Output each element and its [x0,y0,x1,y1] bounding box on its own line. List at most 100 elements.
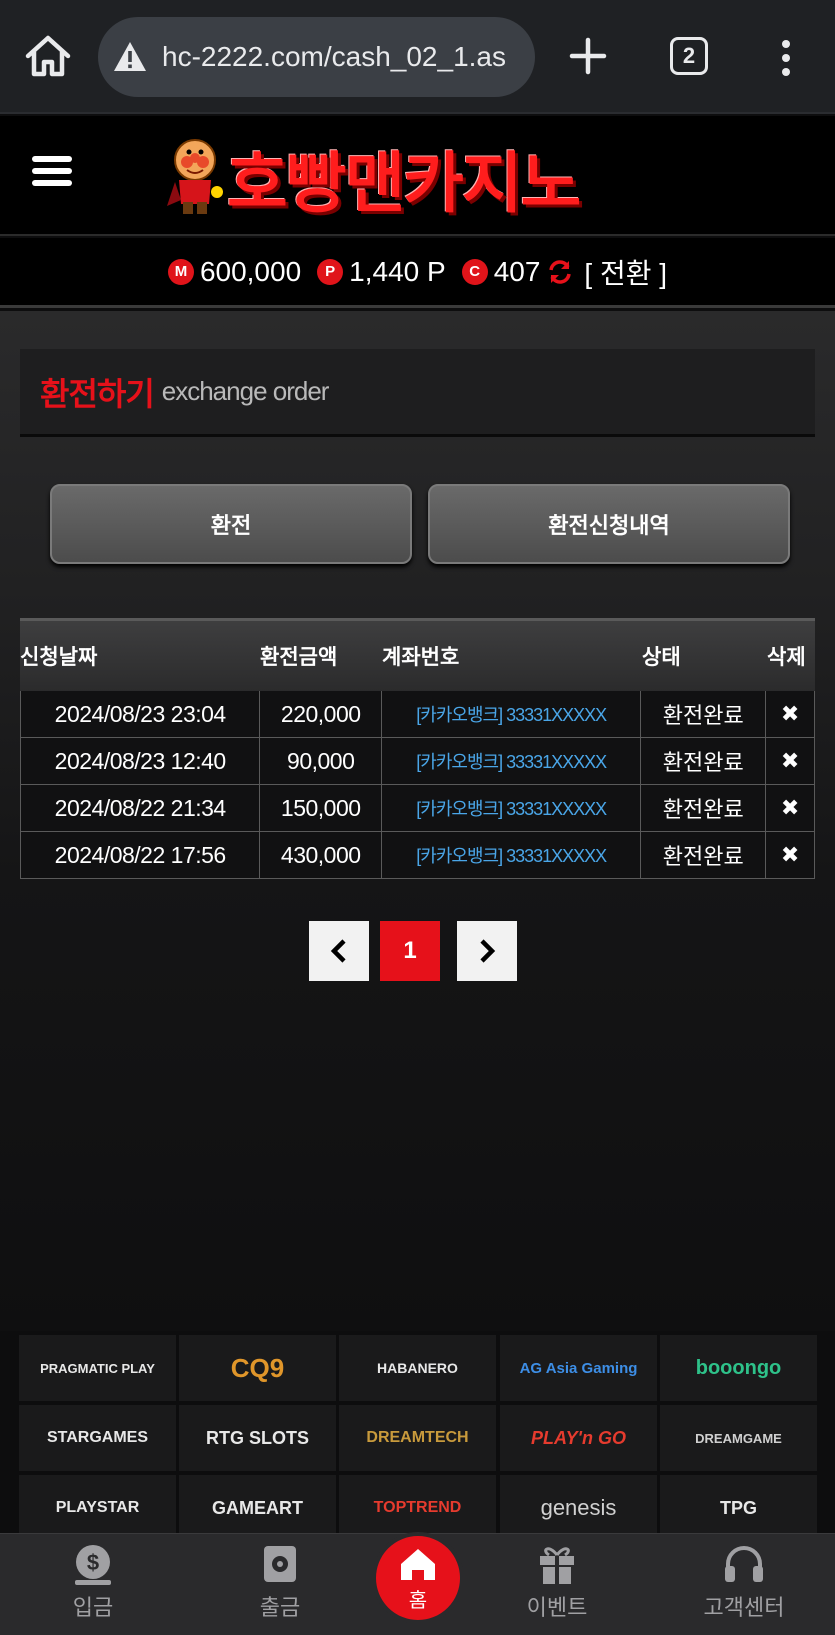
table-row: 2024/08/22 17:56 430,000 [카카오뱅크] 33331XX… [20,832,815,879]
logo-text: 호빵맨카지노 [227,145,581,222]
mascot-icon [167,139,223,214]
provider-tile[interactable]: AG Asia Gaming [500,1335,657,1401]
chevron-right-icon [480,939,496,963]
warning-icon[interactable] [112,39,148,75]
tab-exchange-history[interactable]: 환전신청내역 [428,484,790,564]
tab-switcher-button[interactable]: 2 [670,37,708,75]
cell-date: 2024/08/23 12:40 [21,738,261,784]
pagination-prev-button[interactable] [309,921,369,981]
headset-icon [725,1546,763,1582]
provider-tile[interactable]: PRAGMATIC PLAY [19,1335,176,1401]
provider-name: PLAYSTAR [55,1499,140,1516]
delete-icon[interactable]: ✖ [766,738,814,784]
url-text[interactable]: hc-2222.com/cash_02_1.as [162,41,522,73]
home-icon[interactable] [22,30,74,82]
nav-event[interactable]: 이벤트 [497,1542,617,1632]
site-logo[interactable]: 호빵맨카지노 [165,130,675,226]
money-balance: M 600,000 [167,255,302,288]
provider-name: PLAY'n GO [531,1427,626,1448]
nav-home[interactable]: 홈 [372,1532,464,1624]
exchange-history-table: 신청날짜 환전금액 계좌번호 상태 삭제 2024/08/23 23:04 22… [20,618,815,879]
cell-date: 2024/08/23 23:04 [21,691,261,737]
dollar-icon: $ [75,1545,111,1585]
cell-account: [카카오뱅크] 33331XXXXX [382,738,642,784]
game-provider-grid: PRAGMATIC PLAY CQ9 HABANERO AG Asia Gami… [19,1335,817,1541]
header-date: 신청날짜 [20,645,98,669]
provider-tile[interactable]: TPG [660,1475,817,1541]
nav-withdraw[interactable]: 출금 [220,1542,340,1632]
delete-icon[interactable]: ✖ [766,785,814,831]
money-value: 600,000 [199,255,302,287]
refresh-icon[interactable] [546,258,574,286]
provider-tile[interactable]: DREAMGAME [660,1405,817,1471]
gift-icon [540,1547,574,1584]
provider-name: TPG [719,1497,757,1518]
cell-amount: 220,000 [260,691,383,737]
provider-name: PRAGMATIC PLAY [40,1360,155,1376]
svg-text:$: $ [87,1550,99,1575]
nav-home-label: 홈 [408,1587,428,1612]
table-row: 2024/08/22 21:34 150,000 [카카오뱅크] 33331XX… [20,785,815,832]
provider-tile[interactable]: CQ9 [179,1335,336,1401]
convert-button[interactable]: [ 전환 ] [584,252,667,292]
new-tab-icon[interactable] [566,34,610,78]
header-account: 계좌번호 [382,645,460,669]
provider-tile[interactable]: RTG SLOTS [179,1405,336,1471]
header-amount: 환전금액 [260,645,338,669]
provider-name: GAMEART [212,1497,303,1518]
provider-tile[interactable]: STARGAMES [19,1405,176,1471]
site-header: 호빵맨카지노 [0,116,835,236]
provider-tile[interactable]: GAMEART [179,1475,336,1541]
point-badge-icon: P [317,258,344,285]
menu-icon[interactable] [32,156,72,190]
cell-account: [카카오뱅크] 33331XXXXX [382,691,642,737]
point-balance: P 1,440 P [317,256,446,288]
delete-icon[interactable]: ✖ [766,691,814,737]
provider-name: DREAMGAME [695,1430,782,1446]
cell-amount: 90,000 [260,738,383,784]
page-subtitle: exchange order [161,376,330,406]
nav-support[interactable]: 고객센터 [684,1542,804,1632]
provider-name: DREAMTECH [366,1429,469,1446]
cell-status: 환전완료 [641,785,767,831]
delete-icon[interactable]: ✖ [766,832,814,878]
provider-tile[interactable]: genesis [500,1475,657,1541]
provider-tile[interactable]: PLAYSTAR [19,1475,176,1541]
cell-date: 2024/08/22 21:34 [21,785,261,831]
section-header: 환전하기 exchange order [20,349,815,437]
cell-status: 환전완료 [641,691,767,737]
provider-tile[interactable]: DREAMTECH [339,1405,496,1471]
balance-bar: M 600,000 P 1,440 P C 407 [ 전환 ] [0,238,835,308]
nav-support-label: 고객센터 [703,1596,785,1621]
money-badge-icon: M [167,258,194,285]
table-row: 2024/08/23 12:40 90,000 [카카오뱅크] 33331XXX… [20,738,815,785]
provider-name: CQ9 [230,1352,285,1383]
cell-amount: 430,000 [260,832,383,878]
nav-event-label: 이벤트 [526,1596,588,1621]
provider-name: booongo [695,1356,782,1379]
provider-name: HABANERO [377,1360,458,1376]
nav-deposit[interactable]: $ 입금 [33,1542,153,1632]
provider-tile[interactable]: HABANERO [339,1335,496,1401]
pagination-next-button[interactable] [457,921,517,981]
tab-count: 2 [682,43,696,68]
provider-tile[interactable]: PLAY'n GO [500,1405,657,1471]
provider-name: RTG SLOTS [206,1427,309,1448]
home-icon [401,1548,435,1580]
pagination-page-current[interactable]: 1 [380,921,440,981]
cell-date: 2024/08/22 17:56 [21,832,261,878]
cell-account: [카카오뱅크] 33331XXXXX [382,832,642,878]
tab-exchange[interactable]: 환전 [50,484,412,564]
header-status: 상태 [642,645,681,669]
browser-toolbar: hc-2222.com/cash_02_1.as 2 [0,0,835,114]
cell-status: 환전완료 [641,832,767,878]
cell-account: [카카오뱅크] 33331XXXXX [382,785,642,831]
point-value: 1,440 P [349,255,446,287]
cell-amount: 150,000 [260,785,383,831]
address-bar[interactable]: hc-2222.com/cash_02_1.as [98,17,535,97]
provider-tile[interactable]: booongo [660,1335,817,1401]
coin-value: 407 [493,255,541,287]
table-row: 2024/08/23 23:04 220,000 [카카오뱅크] 33331XX… [20,691,815,738]
more-menu-icon[interactable] [776,36,796,80]
provider-name: TOPTREND [373,1499,462,1516]
